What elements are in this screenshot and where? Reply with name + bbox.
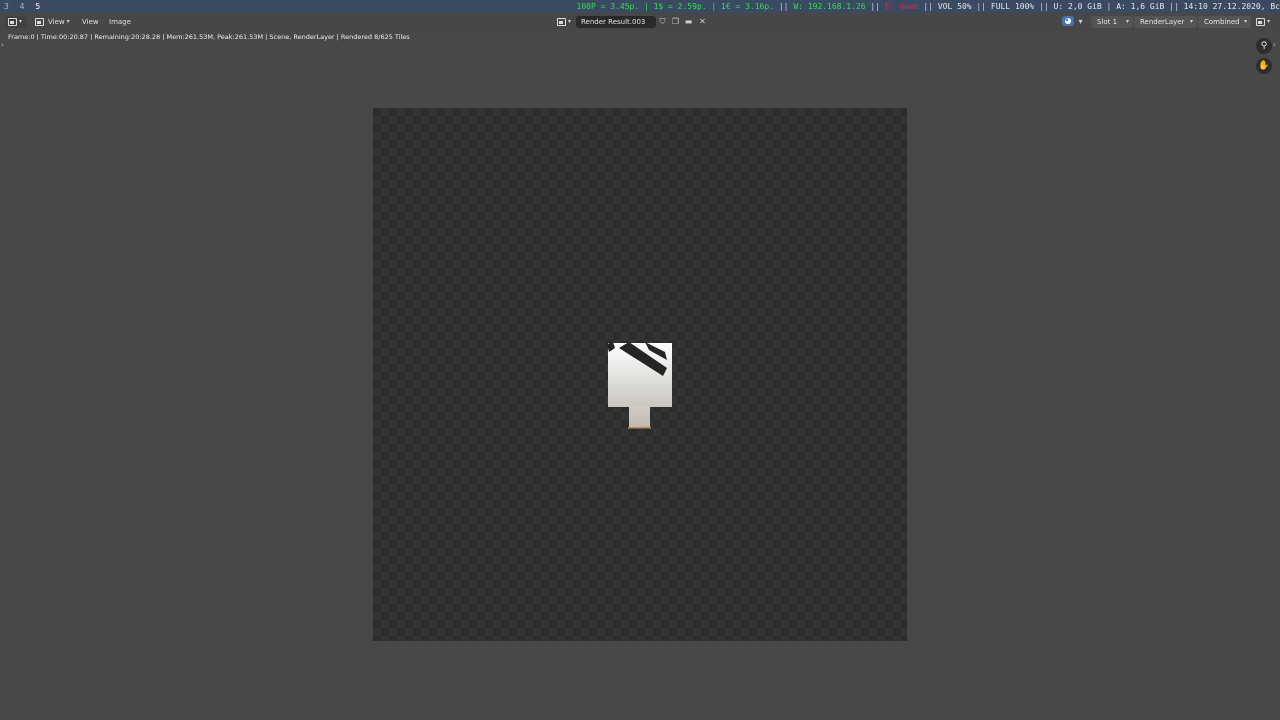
disk-usage-a: A: 1,6 GiB [1116,2,1165,11]
render-pass-dropdown[interactable]: Combined ▾ [1198,16,1251,28]
chevron-down-icon: ▾ [66,18,70,25]
editor-options-button[interactable]: ▾ [1256,16,1270,28]
fake-user-shield-icon[interactable]: ⛉ [658,17,667,26]
duplicate-icon[interactable]: ❐ [671,17,680,26]
workspace-5[interactable]: 5 [35,2,40,11]
editor-type-button[interactable]: ▾ [6,16,26,28]
open-folder-icon[interactable]: ▬ [684,17,693,26]
render-pass-label: Combined [1204,18,1240,26]
menu-image[interactable]: Image [109,16,131,28]
workspace-4[interactable]: 4 [20,2,25,11]
view-mode-icon [35,18,44,26]
chevron-down-icon: ▾ [568,18,572,25]
workspace-list: 3 4 5 [4,0,46,13]
clock: 14:10 27.12.2020, Bc [1183,2,1280,11]
system-status-bar: 3 4 5 100P = 3.45p. | 1$ = 2.59p. | 1€ =… [0,0,1280,13]
display-channels-icon[interactable]: ◕ [1062,16,1074,26]
chevron-down-icon: ▾ [19,18,23,25]
slot-dropdown[interactable]: Slot 1 ▾ [1091,16,1133,28]
image-editor-icon [8,18,17,26]
close-icon[interactable]: ✕ [698,17,707,26]
zoom-icon[interactable]: ⚲ [1256,38,1272,54]
mode-label: View [48,18,65,26]
battery-status: FULL 100% [990,2,1035,11]
image-editor-header: ▾ View ▾ View Image ▾ Render Result.003 … [0,13,1280,31]
browse-image-button[interactable]: ▾ [557,16,571,28]
render-info-line: Frame:0 | Time:00:20.87 | Remaining:20:2… [8,33,410,41]
disk-usage-u: U: 2,0 GiB [1053,2,1102,11]
workspace-3[interactable]: 3 [4,2,9,11]
sidebar-expand-arrow-icon[interactable]: ‹ [1273,41,1276,49]
chevron-down-icon: ▾ [1189,18,1193,25]
mode-selector[interactable]: View ▾ [33,16,70,28]
ethernet-status: E: down [884,2,919,11]
currency-rates: 100P = 3.45p. | 1$ = 2.59p. | 1€ = 3.16p… [576,2,775,11]
render-layer-label: RenderLayer [1140,18,1185,26]
volume-status: VOL 50% [937,2,972,11]
overlay-icon [1256,18,1265,26]
menu-view[interactable]: View [82,16,99,28]
render-object [607,342,672,429]
chevron-down-icon: ▾ [1267,18,1271,25]
status-blocks: 100P = 3.45p. | 1$ = 2.59p. | 1€ = 3.16p… [576,2,1280,11]
render-layer-dropdown[interactable]: RenderLayer ▾ [1134,16,1197,28]
slot-label: Slot 1 [1097,18,1118,26]
hand-pan-icon[interactable]: ✋ [1256,58,1272,74]
image-name-field[interactable]: Render Result.003 [576,16,656,28]
chevron-down-icon: ▾ [1125,18,1129,25]
render-canvas[interactable] [373,108,907,641]
image-browse-icon [557,18,566,26]
chevron-down-icon: ▾ [1243,18,1247,25]
wifi-status: W: 192.168.1.26 [793,2,866,11]
toolbar-expand-arrow-icon[interactable]: › [1,41,4,49]
chevron-down-icon[interactable]: ▾ [1076,17,1085,26]
